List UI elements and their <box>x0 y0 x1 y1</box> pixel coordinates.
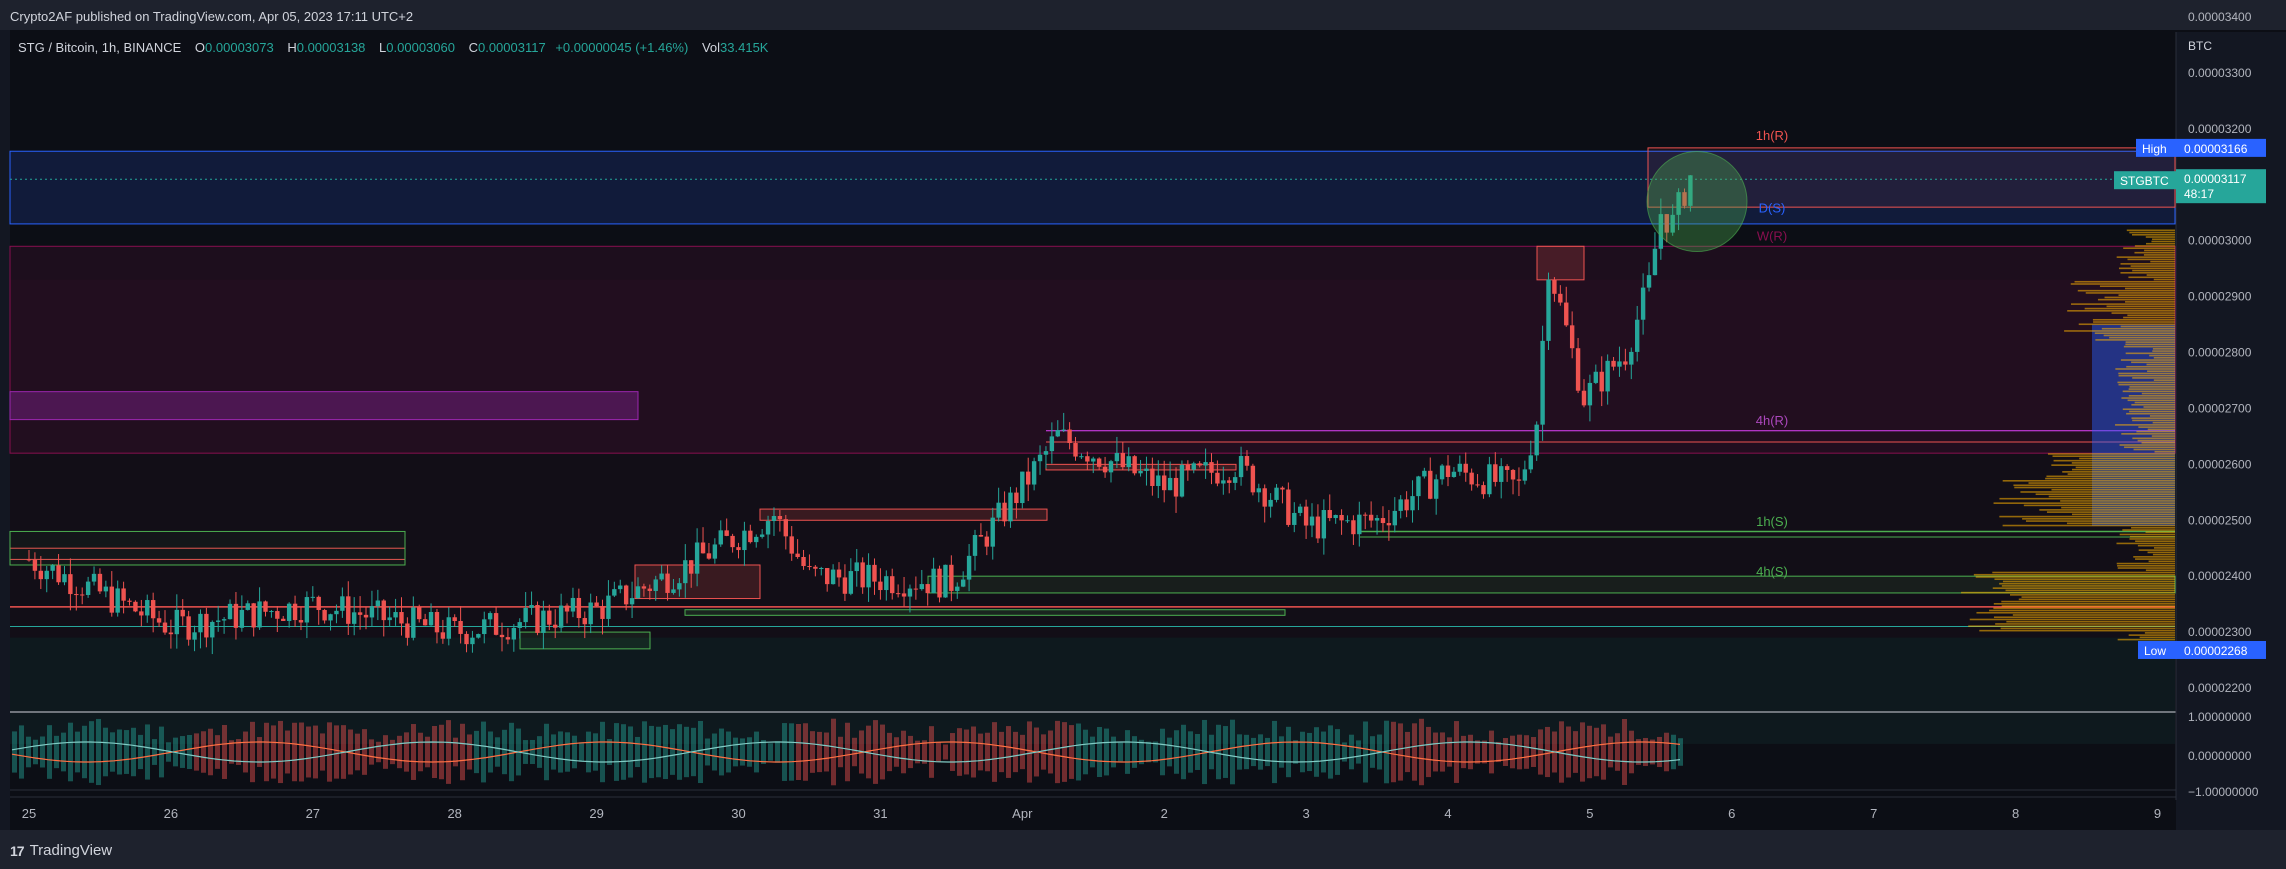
legend-open: 0.00003073 <box>205 40 274 55</box>
tradingview-brand: TradingView <box>29 842 113 859</box>
tradingview-logo-icon: 17 <box>10 842 25 859</box>
legend-close-label: C <box>468 40 478 55</box>
legend-close: 0.00003117 <box>477 40 546 55</box>
legend-high: 0.00003138 <box>296 40 366 55</box>
tradingview-logo[interactable]: 17 TradingView <box>10 842 112 859</box>
legend-high-label: H <box>287 40 297 55</box>
legend-vol-label: Vol <box>701 40 721 55</box>
legend-low: 0.00003060 <box>386 40 455 55</box>
chart-legend: STG / Bitcoin, 1h, BINANCE O0.00003073 H… <box>18 40 768 55</box>
footer-bar: 17 TradingView <box>0 830 2286 869</box>
legend-vol: 33.415K <box>720 40 769 55</box>
legend-symbol[interactable]: STG / Bitcoin, 1h, BINANCE <box>18 40 181 55</box>
legend-change: +0.00000045 (+1.46%) <box>555 40 689 55</box>
chart-frame[interactable] <box>10 30 2286 830</box>
publisher-text: Crypto2AF published on TradingView.com, … <box>10 9 414 24</box>
publisher-bar: Crypto2AF published on TradingView.com, … <box>0 0 2286 30</box>
legend-open-label: O <box>194 40 206 55</box>
